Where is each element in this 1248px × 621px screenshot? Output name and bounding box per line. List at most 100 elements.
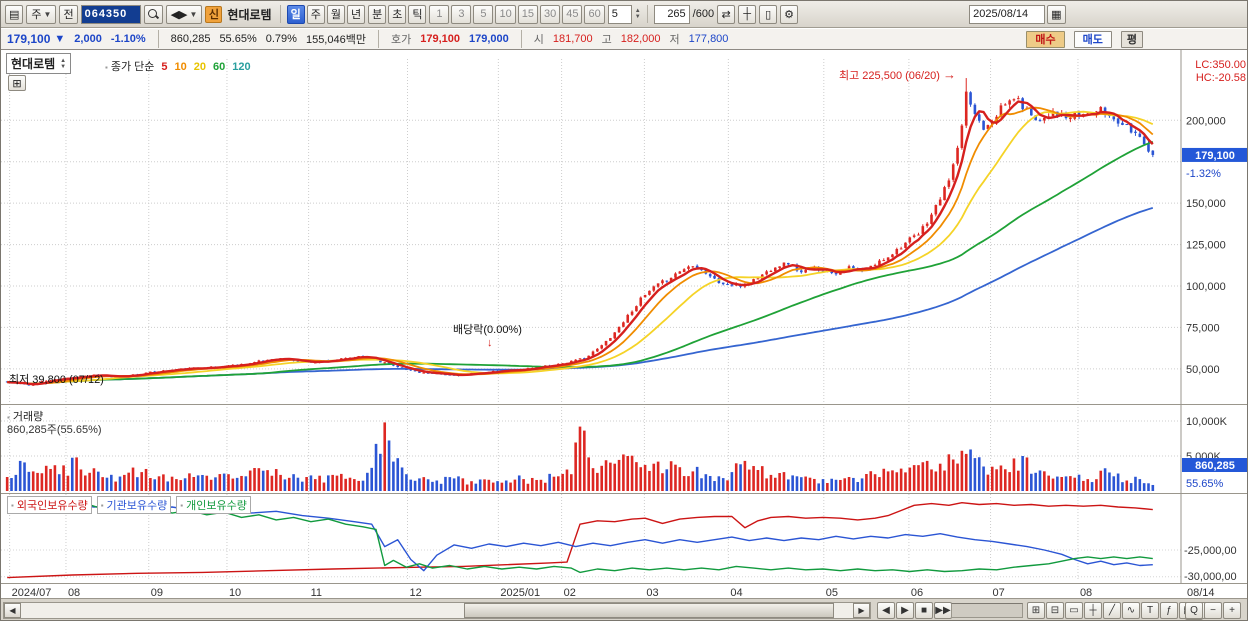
scrollbar-thumb[interactable] [464, 603, 834, 618]
chart-tool-icon-3[interactable]: ┼ [1084, 602, 1102, 619]
legend-periods: 5 10 20 60 120 [154, 61, 250, 73]
minute-button-1[interactable]: 1 [429, 4, 450, 24]
svg-text:10: 10 [229, 587, 241, 598]
unit-tab-tick[interactable]: 틱 [408, 4, 427, 24]
asset-type-label: 주 [31, 9, 42, 21]
svg-text:75,000: 75,000 [1186, 322, 1220, 334]
minute-button-3[interactable]: 3 [451, 4, 472, 24]
svg-text:-25,000,00: -25,000,00 [1184, 545, 1237, 557]
info-bar: 179,100 ▼ 2,000 -1.10% 860,285 55.65% 0.… [1, 29, 1247, 50]
down-arrow-icon: ▼ [60, 63, 67, 70]
minute-button-60[interactable]: 60 [584, 4, 605, 24]
chart-tool-icon-4[interactable]: ╱ [1103, 602, 1121, 619]
bar-count-input[interactable] [653, 4, 690, 24]
unit-tab-second[interactable]: 초 [388, 4, 407, 24]
chart-canvas[interactable]: 200,000 150,000 125,000 100,000 75,000 50,000… [1, 50, 1248, 598]
compare-icon[interactable]: ⇄ [717, 4, 736, 24]
zoom-out-button[interactable]: − [1204, 602, 1222, 619]
search-icon [147, 8, 159, 20]
chart-scrollbar[interactable]: ◀ ▶ [3, 602, 871, 619]
volume-sub-label: 860,285주(55.65%) [7, 424, 102, 436]
calendar-icon[interactable]: ▦ [1047, 4, 1066, 24]
scroll-right-button[interactable]: ▶ [853, 603, 870, 618]
period-tab-month[interactable]: 월 [326, 4, 345, 24]
low-price: 177,800 [688, 33, 729, 45]
svg-text:05: 05 [826, 587, 838, 598]
chart-grid-icon[interactable]: ⊞ [8, 75, 26, 91]
credit-badge: 신 [205, 5, 223, 23]
date-input[interactable] [969, 4, 1046, 24]
bullet-icon: ▪ [180, 500, 184, 510]
chart-style-icon[interactable]: ▯ [759, 4, 778, 24]
settings-icon[interactable]: ⚙ [780, 4, 799, 24]
stock-name: 현대로템 [227, 7, 272, 22]
jeon-button[interactable]: 전 [59, 4, 78, 24]
period-tab-day[interactable]: 일 [286, 4, 305, 24]
down-arrow-icon: ▼ [54, 33, 66, 45]
stock-code-input[interactable] [80, 4, 141, 24]
change-amount: 2,000 [74, 33, 102, 45]
chart-tool-icon-6[interactable]: T [1141, 602, 1159, 619]
svg-text:11: 11 [311, 587, 322, 598]
spinner-arrows[interactable]: ▲ ▼ [635, 8, 641, 20]
period-tab-week[interactable]: 주 [306, 4, 325, 24]
chart-nav-next-button[interactable]: ▶ [896, 602, 914, 619]
chart-stock-name: 현대로템 [11, 57, 56, 71]
chart-nav-end-button[interactable]: ▶▶ [934, 602, 952, 619]
minute-button-10[interactable]: 10 [495, 4, 516, 24]
minute-button-5[interactable]: 5 [473, 4, 494, 24]
zoom-q-button[interactable]: Q [1185, 602, 1203, 619]
svg-text:-1.32%: -1.32% [1186, 168, 1221, 180]
buy-button[interactable]: 매수 [1026, 30, 1065, 48]
search-button[interactable] [143, 4, 163, 24]
chart-tool-icon-5[interactable]: ∿ [1122, 602, 1140, 619]
period-tab-year[interactable]: 년 [346, 4, 366, 24]
legend-ma-5: 5 [161, 61, 168, 73]
chart-tool-icon-1[interactable]: ⊟ [1046, 602, 1064, 619]
svg-text:100,000: 100,000 [1186, 281, 1226, 293]
svg-text:125,000: 125,000 [1186, 240, 1226, 252]
zoom-in-button[interactable]: + [1223, 602, 1241, 619]
chart-nav-stop-button[interactable]: ■ [915, 602, 933, 619]
stock-nav-dropdown[interactable]: ◀▶ ▼ [165, 4, 203, 24]
institution-holdings-label: ▪ 기관보유수량 [96, 496, 172, 514]
svg-text:03: 03 [646, 587, 658, 598]
spinner-down-icon[interactable]: ▼ [635, 14, 641, 20]
chart-area[interactable]: 200,000 150,000 125,000 100,000 75,000 50,000… [1, 50, 1248, 598]
high-annotation: 최고 225,500 (06/20) → [839, 67, 956, 83]
individual-holdings-label: ▪ 개인보유수량 [176, 496, 251, 514]
chart-tool-icon-2[interactable]: ▭ [1065, 602, 1083, 619]
open-label: 시 [533, 34, 544, 46]
divider [279, 5, 281, 23]
trade-value: 155,046백만 [305, 34, 366, 46]
menu-icon[interactable]: ▤ [5, 4, 24, 24]
avg-button[interactable]: 평 [1120, 30, 1143, 48]
chart-stock-box[interactable]: 현대로템 ▲ ▼ [6, 53, 72, 74]
svg-text:08: 08 [1080, 587, 1092, 598]
chart-tool-icon-0[interactable]: ⊞ [1027, 602, 1045, 619]
minute-button-45[interactable]: 45 [562, 4, 583, 24]
chart-nav-prev-button[interactable]: ◀ [877, 602, 895, 619]
unit-tab-minute[interactable]: 분 [368, 4, 387, 24]
high-label: 고 [601, 34, 612, 46]
asset-type-dropdown[interactable]: 주 ▼ [26, 4, 57, 24]
right-arrow-icon: → [943, 67, 957, 82]
svg-text:2024/07: 2024/07 [12, 587, 52, 598]
minute-button-15[interactable]: 15 [517, 4, 538, 24]
chart-tool-icon-7[interactable]: ƒ [1160, 602, 1178, 619]
svg-text:04: 04 [730, 587, 742, 598]
chevron-down-icon: ▼ [43, 9, 52, 19]
dividend-annotation: 배당락(0.00%) [453, 324, 522, 336]
stock-box-arrows[interactable]: ▲ ▼ [60, 58, 66, 70]
status-area [951, 603, 1023, 618]
prev-next-icon: ◀▶ [170, 8, 188, 21]
sell-button[interactable]: 매도 [1073, 30, 1112, 48]
date-group: ▦ [969, 4, 1066, 24]
minute-value-spinner[interactable]: ▲▼ [607, 4, 641, 24]
minute-value-input[interactable] [607, 4, 632, 24]
crosshair-icon[interactable]: ┼ [738, 4, 757, 24]
period-tabs: 일주월년 [286, 4, 366, 24]
chart-window: ▤ 주 ▼ 전 ◀▶ ▼ 신 현대로템 일주월년 분초틱 13510153045… [0, 0, 1248, 621]
scroll-left-button[interactable]: ◀ [4, 603, 21, 618]
minute-button-30[interactable]: 30 [539, 4, 561, 24]
